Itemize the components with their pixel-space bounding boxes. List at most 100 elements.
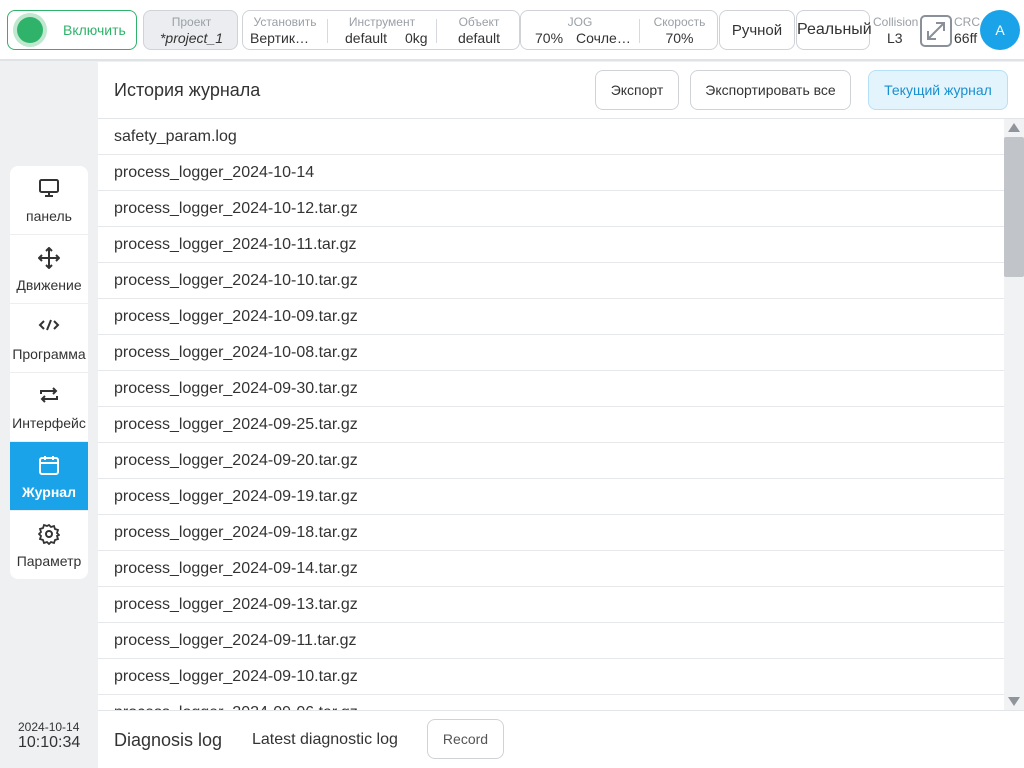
list-item[interactable]: process_logger_2024-10-12.tar.gz bbox=[98, 191, 1004, 227]
install-caption: Установить bbox=[253, 15, 317, 29]
list-item[interactable]: process_logger_2024-09-11.tar.gz bbox=[98, 623, 1004, 659]
log-history-panel: История журнала Экспорт Экспортировать в… bbox=[98, 62, 1024, 710]
file-name: process_logger_2024-09-18.tar.gz bbox=[114, 524, 358, 541]
file-name: process_logger_2024-09-19.tar.gz bbox=[114, 488, 358, 505]
panel-header: История журнала Экспорт Экспортировать в… bbox=[98, 62, 1024, 119]
clock-date: 2024-10-14 bbox=[18, 720, 80, 734]
file-name: safety_param.log bbox=[114, 128, 237, 145]
file-name: process_logger_2024-09-30.tar.gz bbox=[114, 380, 358, 397]
export-all-button[interactable]: Экспортировать все bbox=[690, 70, 851, 110]
sidebar-item-label: Движение bbox=[16, 277, 82, 293]
list-item[interactable]: process_logger_2024-10-10.tar.gz bbox=[98, 263, 1004, 299]
file-name: process_logger_2024-09-11.tar.gz bbox=[114, 632, 357, 649]
enable-label: Включить bbox=[63, 22, 126, 38]
manual-mode-label: Ручной bbox=[731, 22, 783, 39]
sidebar-item-motion[interactable]: Движение bbox=[10, 235, 88, 304]
jog-mode: Сочле… bbox=[576, 30, 631, 46]
file-name: process_logger_2024-09-10.tar.gz bbox=[114, 668, 358, 685]
install-tool-object-group[interactable]: Установить Вертик… Инструмент default 0k… bbox=[242, 10, 520, 50]
calendar-icon bbox=[10, 454, 88, 475]
code-icon bbox=[10, 316, 88, 336]
latest-diagnostic-log-link[interactable]: Latest diagnostic log bbox=[252, 731, 398, 749]
sidebar-item-label: Интерфейс bbox=[12, 415, 86, 431]
jog-value: 70% bbox=[535, 30, 564, 46]
file-name: process_logger_2024-10-08.tar.gz bbox=[114, 344, 358, 361]
file-name: process_logger_2024-09-25.tar.gz bbox=[114, 416, 358, 433]
jog-caption: JOG bbox=[567, 15, 593, 29]
manual-mode-button[interactable]: Ручной bbox=[719, 10, 795, 50]
sidebar-item-interface[interactable]: Интерфейс bbox=[10, 373, 88, 442]
list-item[interactable]: process_logger_2024-10-14 bbox=[98, 155, 1004, 191]
list-item[interactable]: process_logger_2024-09-25.tar.gz bbox=[98, 407, 1004, 443]
clock-time: 10:10:34 bbox=[18, 734, 81, 751]
sidebar-item-parameter[interactable]: Параметр bbox=[10, 511, 88, 579]
crc-value: 66ff bbox=[954, 30, 978, 46]
enable-button[interactable]: Включить bbox=[7, 10, 137, 50]
file-name: process_logger_2024-10-14 bbox=[114, 164, 315, 181]
collision-caption: Collision bbox=[873, 15, 919, 29]
list-item[interactable]: process_logger_2024-09-13.tar.gz bbox=[98, 587, 1004, 623]
list-item[interactable]: process_logger_2024-09-10.tar.gz bbox=[98, 659, 1004, 695]
speed-value: 70% bbox=[665, 30, 694, 46]
project-value: *project_1 bbox=[159, 30, 224, 46]
record-button[interactable]: Record bbox=[427, 719, 504, 759]
collision-value: L3 bbox=[887, 30, 903, 46]
list-item[interactable]: safety_param.log bbox=[98, 119, 1004, 155]
swap-arrows-icon bbox=[10, 385, 88, 405]
list-item[interactable]: process_logger_2024-09-06.tar.gz bbox=[98, 695, 1004, 710]
file-name: process_logger_2024-10-10.tar.gz bbox=[114, 272, 358, 289]
file-name: process_logger_2024-09-20.tar.gz bbox=[114, 452, 358, 469]
sidebar-item-log[interactable]: Журнал bbox=[10, 442, 88, 511]
scrollbar-thumb[interactable] bbox=[1004, 137, 1024, 277]
page-title: История журнала bbox=[114, 80, 261, 100]
crc-caption: CRC bbox=[954, 15, 980, 29]
object-value: default bbox=[457, 30, 501, 46]
sidebar-item-program[interactable]: Программа bbox=[10, 304, 88, 373]
list-item[interactable]: process_logger_2024-10-11.tar.gz bbox=[98, 227, 1004, 263]
list-item[interactable]: process_logger_2024-09-18.tar.gz bbox=[98, 515, 1004, 551]
sidebar-item-label: панель bbox=[26, 208, 72, 224]
list-item[interactable]: process_logger_2024-09-30.tar.gz bbox=[98, 371, 1004, 407]
sidebar-item-panel[interactable]: панель bbox=[10, 166, 88, 235]
real-mode-button[interactable]: Реальный bbox=[796, 10, 872, 50]
scrollbar[interactable] bbox=[1004, 119, 1024, 710]
power-status-icon bbox=[17, 17, 43, 43]
real-mode-label: Реальный bbox=[797, 21, 872, 38]
file-name: process_logger_2024-10-09.tar.gz bbox=[114, 308, 358, 325]
top-bar: Включить Проект *project_1 Установить Ве… bbox=[0, 0, 1024, 61]
diagnosis-log-label: Diagnosis log bbox=[114, 730, 223, 750]
file-name: process_logger_2024-10-11.tar.gz bbox=[114, 236, 357, 253]
file-name: process_logger_2024-10-12.tar.gz bbox=[114, 200, 358, 217]
jog-speed-group[interactable]: JOG 70% Сочле… Скорость 70% bbox=[520, 10, 718, 50]
install-value: Вертик… bbox=[250, 30, 309, 46]
sidebar-item-label: Журнал bbox=[22, 484, 76, 500]
object-caption: Объект bbox=[458, 15, 500, 29]
scroll-up-icon[interactable] bbox=[1008, 123, 1020, 132]
diagnosis-bar: Diagnosis log Latest diagnostic log Reco… bbox=[98, 710, 1024, 768]
current-log-button[interactable]: Текущий журнал bbox=[868, 70, 1008, 110]
log-file-list[interactable]: safety_param.log process_logger_2024-10-1… bbox=[98, 119, 1004, 710]
list-item[interactable]: process_logger_2024-09-19.tar.gz bbox=[98, 479, 1004, 515]
sidebar-item-label: Параметр bbox=[16, 553, 82, 569]
export-button[interactable]: Экспорт bbox=[595, 70, 679, 110]
list-item[interactable]: process_logger_2024-10-08.tar.gz bbox=[98, 335, 1004, 371]
gear-icon bbox=[10, 523, 88, 545]
tool-value: default bbox=[345, 30, 388, 46]
list-item[interactable]: process_logger_2024-09-14.tar.gz bbox=[98, 551, 1004, 587]
file-name: process_logger_2024-09-13.tar.gz bbox=[114, 596, 358, 613]
avatar[interactable]: A bbox=[980, 10, 1020, 50]
project-selector[interactable]: Проект *project_1 bbox=[143, 10, 238, 50]
file-name: process_logger_2024-09-14.tar.gz bbox=[114, 560, 358, 577]
project-caption: Проект bbox=[171, 15, 212, 29]
list-item[interactable]: process_logger_2024-10-09.tar.gz bbox=[98, 299, 1004, 335]
tool-caption: Инструмент bbox=[348, 15, 416, 29]
sidebar-item-label: Программа bbox=[12, 346, 86, 362]
move-arrows-icon bbox=[10, 247, 88, 269]
scroll-down-icon[interactable] bbox=[1008, 697, 1020, 706]
speed-caption: Скорость bbox=[653, 15, 706, 29]
expand-icon[interactable] bbox=[920, 15, 952, 47]
list-item[interactable]: process_logger_2024-09-20.tar.gz bbox=[98, 443, 1004, 479]
tool-payload: 0kg bbox=[405, 30, 428, 46]
monitor-icon bbox=[10, 178, 88, 198]
sidebar: панель Движение Программа Интерфейс Журн… bbox=[10, 166, 88, 579]
